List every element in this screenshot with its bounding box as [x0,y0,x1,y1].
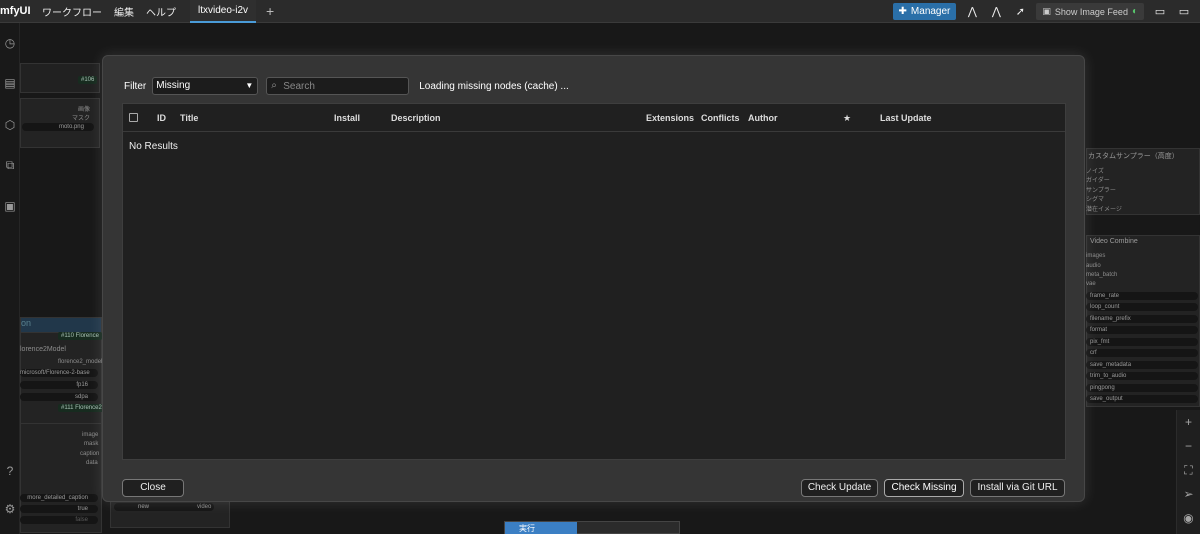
share-icon[interactable]: ➚ [1012,5,1028,18]
filter-select-value: Missing [156,80,191,91]
top-menubar: mfyUI ワークフロー 編集 ヘルプ ltxvideo-i2v + ✚ Man… [0,0,1200,23]
column-title[interactable]: Title [180,113,198,123]
image-feed-label: Show Image Feed [1054,6,1128,17]
search-icon: ⌕ [271,80,277,91]
manager-label: Manager [910,6,951,17]
custom-nodes-manager-dialog: Filter Missing ▼ ⌕ Loading missing nodes… [102,55,1085,502]
column-conflicts[interactable]: Conflicts [701,113,740,123]
image-icon: ▣ [1042,6,1051,16]
column-stars[interactable]: ★ [843,113,851,124]
column-install[interactable]: Install [334,113,360,123]
search-input[interactable] [283,79,404,93]
check-update-button[interactable]: Check Update [801,479,878,497]
search-box[interactable]: ⌕ [266,77,410,95]
select-all-checkbox[interactable] [129,113,138,122]
filter-select[interactable]: Missing ▼ [152,77,259,95]
column-last-update[interactable]: Last Update [880,113,932,123]
column-extensions[interactable]: Extensions [646,113,694,123]
menu-workflow[interactable]: ワークフロー [42,4,102,19]
column-id[interactable]: ID [157,113,166,123]
menu-help[interactable]: ヘルプ [146,4,176,19]
add-tab-button[interactable]: + [266,3,274,19]
status-dot-icon: ◐ [1131,6,1138,17]
filter-row: Filter Missing ▼ ⌕ Loading missing nodes… [124,77,569,95]
tab-workflow[interactable]: ltxvideo-i2v [190,0,257,23]
app-logo: mfyUI [0,5,30,17]
column-author[interactable]: Author [748,113,778,123]
check-missing-button[interactable]: Check Missing [884,479,964,497]
model-alt-icon[interactable]: ⋀ [988,5,1004,18]
close-button[interactable]: Close [122,479,184,497]
chevron-down-icon: ▼ [245,81,254,90]
run-button[interactable]: 実行 [505,522,577,534]
table-header: ID Title Install Description Extensions … [123,104,1065,132]
menu-edit[interactable]: 編集 [114,4,134,19]
nodes-table: ID Title Install Description Extensions … [122,103,1066,460]
column-description[interactable]: Description [391,113,441,123]
filter-label: Filter [124,80,147,92]
puzzle-icon: ✚ [898,6,907,17]
install-git-url-button[interactable]: Install via Git URL [970,479,1065,497]
image-feed-button[interactable]: ▣ Show Image Feed ◐ [1036,3,1144,20]
no-results-message: No Results [129,141,178,152]
run-label: 実行 [519,524,535,533]
tab-label: ltxvideo-i2v [198,4,249,16]
manager-button[interactable]: ✚ Manager [892,3,957,20]
loading-status: Loading missing nodes (cache) ... [419,80,569,92]
panel-alt-icon[interactable]: ▭ [1176,5,1192,18]
model-icon[interactable]: ⋀ [964,5,980,18]
queue-bar: 実行 [504,521,680,534]
panel-toggle-icon[interactable]: ▭ [1152,5,1168,18]
